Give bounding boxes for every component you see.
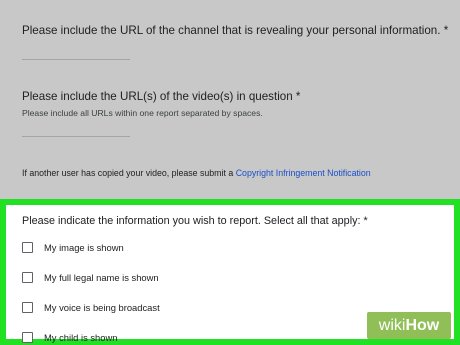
wikihow-watermark: wiki How	[367, 312, 451, 339]
option-label: My voice is being broadcast	[44, 302, 160, 313]
copyright-link[interactable]: Copyright Infringement Notification	[236, 168, 371, 178]
video-urls-help: Please include all URLs within one repor…	[22, 108, 263, 118]
checkbox-icon[interactable]	[22, 302, 33, 313]
checkbox-icon[interactable]	[22, 272, 33, 283]
checkbox-icon[interactable]	[22, 242, 33, 253]
option-label: My child is shown	[44, 332, 118, 343]
option-label: My image is shown	[44, 242, 124, 253]
option-image-shown[interactable]: My image is shown	[22, 242, 124, 253]
watermark-how: How	[405, 316, 440, 334]
video-urls-field[interactable]	[22, 136, 130, 137]
option-voice-broadcast[interactable]: My voice is being broadcast	[22, 302, 160, 313]
option-child-shown[interactable]: My child is shown	[22, 332, 117, 343]
channel-url-field[interactable]	[22, 59, 130, 60]
option-legal-name-shown[interactable]: My full legal name is shown	[22, 272, 159, 283]
copyright-note: If another user has copied your video, p…	[22, 168, 371, 178]
watermark-wiki: wiki	[378, 316, 406, 334]
option-label: My full legal name is shown	[44, 272, 159, 283]
channel-url-question: Please include the URL of the channel th…	[22, 24, 449, 37]
copyright-note-text: If another user has copied your video, p…	[22, 168, 234, 178]
info-question: Please indicate the information you wish…	[22, 215, 368, 227]
checkbox-icon[interactable]	[22, 332, 33, 343]
video-urls-question: Please include the URL(s) of the video(s…	[22, 90, 301, 103]
